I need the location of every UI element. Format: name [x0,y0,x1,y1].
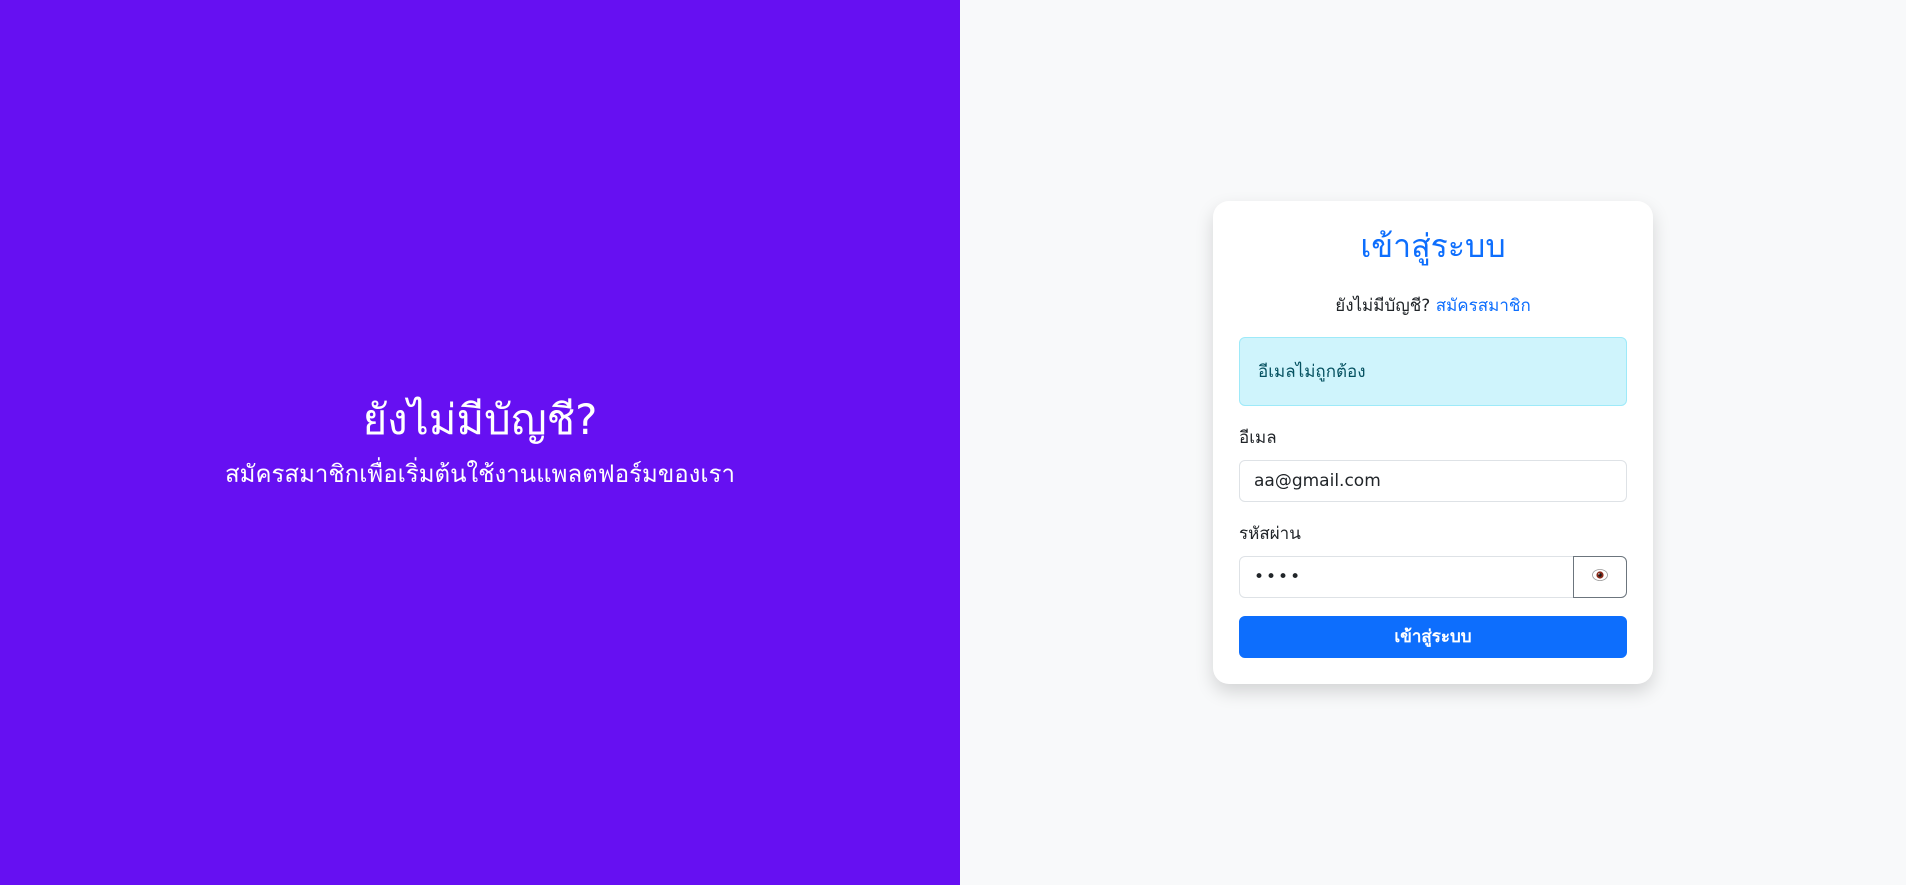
password-input-group [1239,555,1627,598]
password-label: รหัสผ่าน [1239,523,1301,544]
signup-link[interactable]: สมัครสมาชิก [1436,296,1531,316]
toggle-password-button[interactable] [1573,555,1627,598]
login-panel: เข้าสู่ระบบ ยังไม่มีบัญชี? สมัครสมาชิก อ… [960,0,1906,885]
email-input[interactable] [1239,459,1627,502]
page: ยังไม่มีบัญชี? สมัครสมาชิกเพื่อเริ่มต้นใ… [0,0,1906,885]
email-group: อีเมล [1239,424,1627,502]
promo-subtitle: สมัครสมาชิกเพื่อเริ่มต้นใช้งานแพลตฟอร์มข… [225,460,735,489]
eye-icon [1592,569,1608,584]
email-label: อีเมล [1239,427,1277,448]
signup-promo-panel: ยังไม่มีบัญชี? สมัครสมาชิกเพื่อเริ่มต้นใ… [0,0,960,885]
login-submit-button[interactable]: เข้าสู่ระบบ [1239,615,1627,658]
signup-prompt: ยังไม่มีบัญชี? สมัครสมาชิก [1239,292,1627,319]
no-account-text: ยังไม่มีบัญชี? [1335,295,1431,316]
error-alert: อีเมลไม่ถูกต้อง [1239,336,1627,406]
password-input[interactable] [1239,555,1574,598]
login-title: เข้าสู่ระบบ [1360,227,1506,266]
login-card: เข้าสู่ระบบ ยังไม่มีบัญชี? สมัครสมาชิก อ… [1213,201,1653,684]
password-group: รหัสผ่าน [1239,520,1627,598]
promo-heading: ยังไม่มีบัญชี? [362,394,598,444]
